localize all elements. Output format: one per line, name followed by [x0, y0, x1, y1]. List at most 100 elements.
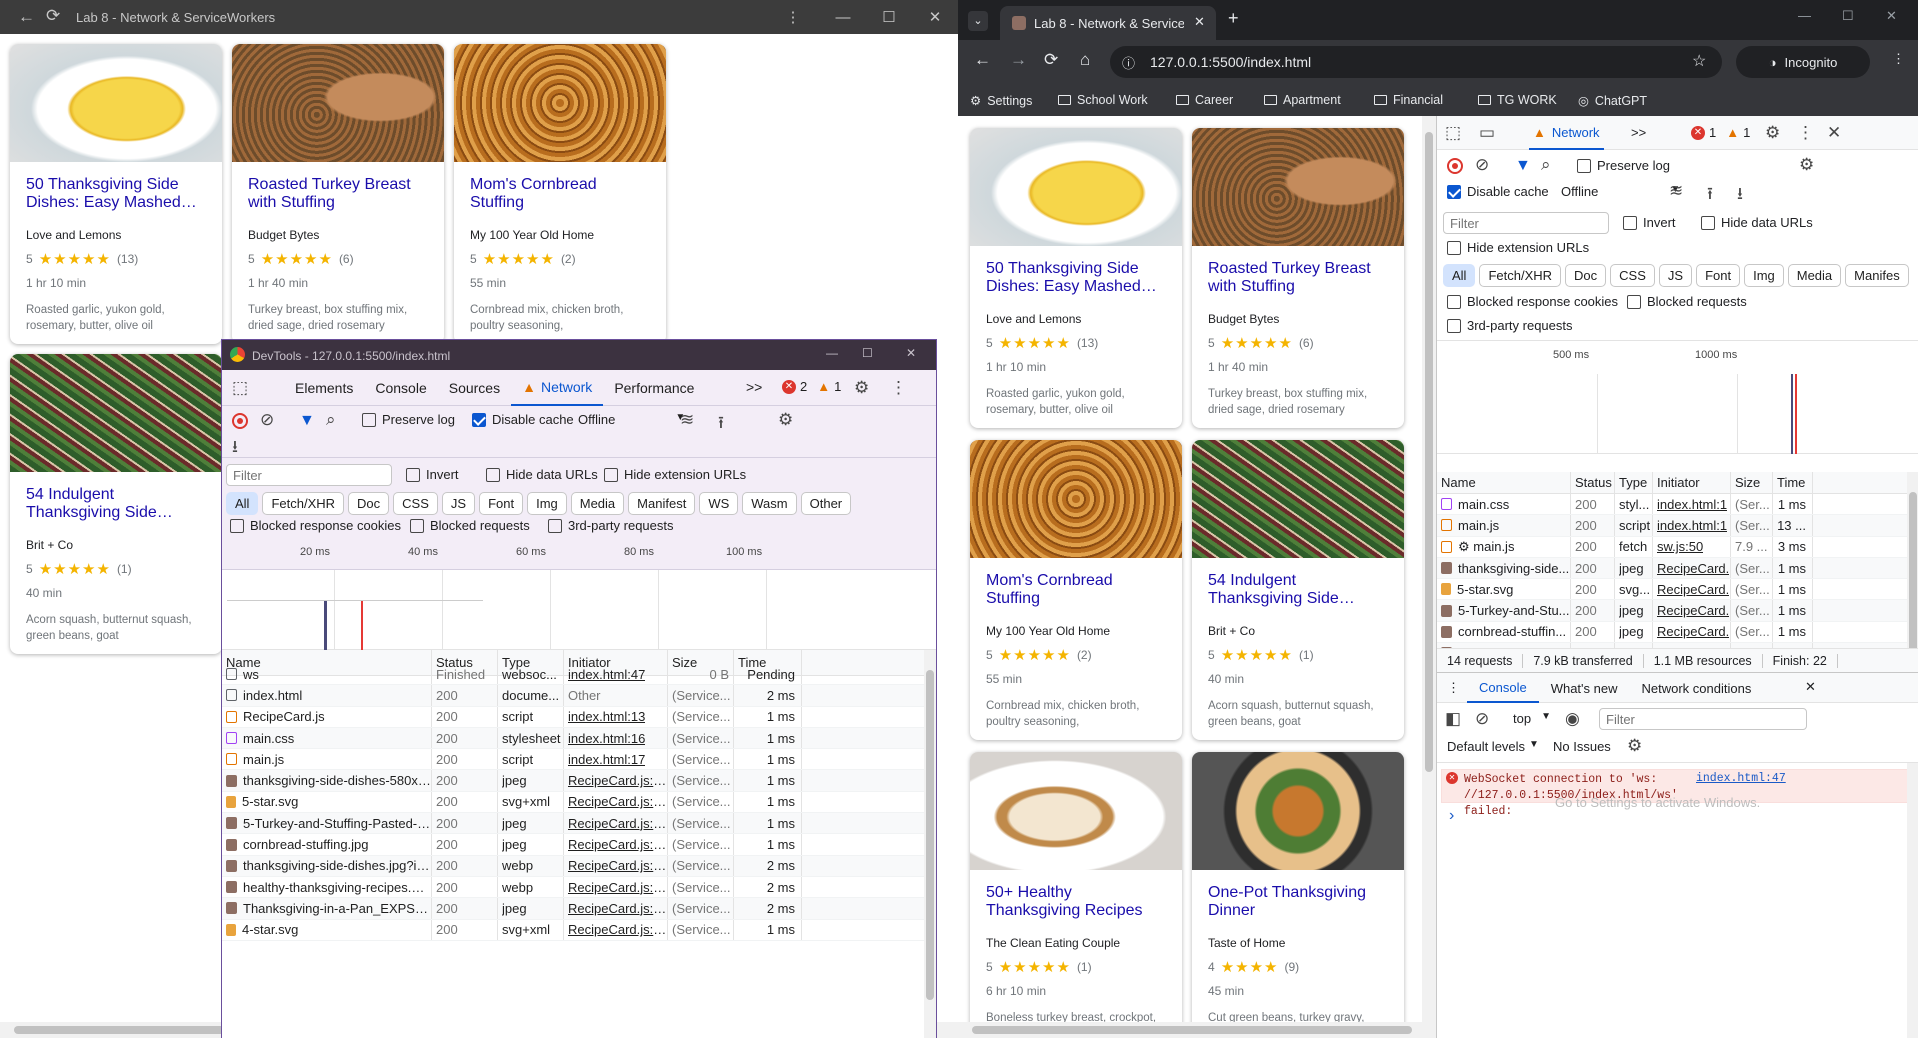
recipe-card[interactable]: 54 Indulgent Thanksgiving Side… Brit + Co…	[1192, 440, 1404, 740]
filter-chip-other[interactable]: Other	[800, 492, 852, 515]
cell-init[interactable]: RecipeCard.js:128	[568, 837, 667, 852]
disable-cache-checkbox[interactable]: Disable cache	[1447, 184, 1549, 199]
tab-elements[interactable]: Elements	[284, 370, 364, 406]
table-row[interactable]: main.css 200 stylesheet index.html:16 (Servi…	[222, 727, 924, 750]
third-party-checkbox[interactable]: 3rd-party requests	[1447, 318, 1573, 333]
blocked-cookies-checkbox[interactable]: Blocked response cookies	[1447, 294, 1618, 309]
timeline-graph[interactable]	[222, 570, 936, 650]
cell-init[interactable]: RecipeCard.	[1657, 582, 1729, 597]
close-devtools-icon[interactable]: ✕	[1827, 123, 1841, 143]
more-options-icon[interactable]: ⋮	[890, 378, 907, 398]
recipe-title[interactable]: Roasted Turkey Breast with Stuffing	[1208, 260, 1388, 298]
bookmark-tg-work[interactable]: TG WORK	[1478, 93, 1557, 107]
device-toolbar-icon[interactable]: ▭	[1479, 123, 1495, 143]
minimize-button[interactable]: —	[820, 0, 866, 34]
recipe-card[interactable]: 50 Thanksgiving Side Dishes: Easy Mashed…	[970, 128, 1182, 428]
settings-gear-icon[interactable]: ⚙	[1765, 123, 1780, 143]
cell-init[interactable]: RecipeCard.	[1657, 603, 1729, 618]
filter-chip-all[interactable]: All	[1443, 264, 1476, 287]
filter-icon[interactable]: ▼	[299, 412, 315, 430]
bookmark-school-work[interactable]: School Work	[1058, 93, 1148, 107]
search-icon[interactable]: ⌕	[1541, 155, 1551, 175]
filter-chip-img[interactable]: Img	[527, 492, 567, 515]
filter-chip-js[interactable]: JS	[1658, 264, 1693, 287]
filter-icon[interactable]: ▼	[1515, 157, 1531, 175]
table-row[interactable]: cornbread-stuffing.jpg 200 jpeg RecipeCard.…	[222, 834, 924, 856]
home-icon[interactable]: ⌂	[1080, 50, 1090, 70]
tab-sources[interactable]: Sources	[438, 370, 511, 406]
column-header-type[interactable]: Type	[1615, 472, 1653, 493]
filter-chip-js[interactable]: JS	[441, 492, 476, 515]
cell-init[interactable]: sw.js:50	[1657, 539, 1703, 554]
tab-network[interactable]: ▲ Network	[511, 370, 604, 406]
recipe-title[interactable]: 54 Indulgent Thanksgiving Side…	[26, 486, 206, 524]
recipe-title[interactable]: 50 Thanksgiving Side Dishes: Easy Mashed…	[986, 260, 1166, 298]
cell-init[interactable]: Other	[568, 688, 601, 703]
preserve-log-checkbox[interactable]: Preserve log	[362, 412, 455, 427]
clear-icon[interactable]: ⊘	[1475, 155, 1489, 175]
recipe-card[interactable]: Roasted Turkey Breast with Stuffing Budge…	[232, 44, 444, 344]
filter-chip-doc[interactable]: Doc	[348, 492, 390, 515]
recipe-title[interactable]: One-Pot Thanksgiving Dinner	[1208, 884, 1388, 922]
forward-icon[interactable]: →	[1010, 50, 1027, 70]
hide-extension-urls-checkbox[interactable]: Hide extension URLs	[604, 467, 746, 482]
cell-init[interactable]: RecipeCard.	[1657, 561, 1729, 576]
recipe-card[interactable]: One-Pot Thanksgiving Dinner Taste of Home…	[1192, 752, 1404, 1038]
log-levels-select[interactable]: Default levels ▼	[1447, 739, 1539, 754]
table-row[interactable]: index.html 200 docume... Other (Service... 2 …	[222, 685, 924, 707]
filter-chip-font[interactable]: Font	[479, 492, 524, 515]
cell-init[interactable]: index.html:47	[568, 667, 645, 682]
column-header-status[interactable]: Status	[1571, 472, 1615, 493]
new-tab-icon[interactable]: +	[1228, 8, 1239, 29]
record-icon[interactable]	[232, 413, 248, 429]
cell-init[interactable]: RecipeCard.js:128	[568, 773, 667, 788]
browser-menu-icon[interactable]: ⋮	[1892, 51, 1905, 67]
incognito-badge[interactable]: ◑ Incognito	[1736, 46, 1870, 78]
network-settings-icon[interactable]: ⚙	[1799, 155, 1814, 175]
invert-checkbox[interactable]: Invert	[1623, 215, 1676, 230]
minimize-button[interactable]: —	[1798, 8, 1811, 23]
bookmark-star-icon[interactable]: ☆	[1692, 51, 1706, 71]
filter-chip-font[interactable]: Font	[1696, 264, 1741, 287]
cell-init[interactable]: index.html:13	[568, 709, 645, 724]
minimize-button[interactable]: —	[826, 346, 838, 360]
import-icon[interactable]: ⭱	[718, 410, 724, 439]
table-row[interactable]: main.js 200 script index.html:17 (Service...…	[222, 749, 924, 771]
search-icon[interactable]: ⌕	[326, 410, 336, 430]
recipe-title[interactable]: 54 Indulgent Thanksgiving Side…	[1208, 572, 1388, 610]
maximize-button[interactable]: ☐	[862, 346, 873, 360]
table-row[interactable]: cornbread-stuffin... 200 jpeg RecipeCard. (S…	[1437, 621, 1907, 644]
table-row[interactable]: thanksgiving-side-dishes-580x5... 200 jpeg…	[222, 770, 924, 792]
table-row[interactable]: main.js 200 script index.html:1 (Ser... 13 ..…	[1437, 515, 1907, 537]
drawer-tab-console[interactable]: Console	[1467, 673, 1539, 703]
blocked-requests-checkbox[interactable]: Blocked requests	[1627, 294, 1747, 309]
cell-init[interactable]: index.html:16	[568, 731, 645, 746]
filter-chip-img[interactable]: Img	[1744, 264, 1784, 287]
more-tabs-button[interactable]: >>	[746, 379, 762, 395]
export-icon[interactable]: ⭳	[1737, 181, 1743, 210]
recipe-card[interactable]: 50 Thanksgiving Side Dishes: Easy Mashed…	[10, 44, 222, 344]
timeline-overview[interactable]: 500 ms 1000 ms	[1437, 340, 1918, 364]
preserve-log-checkbox[interactable]: Preserve log	[1577, 158, 1670, 173]
url-bar[interactable]: ⓘ 127.0.0.1:5500/index.html ☆	[1110, 46, 1722, 78]
more-options-icon[interactable]: ⋮	[1797, 123, 1814, 143]
clear-icon[interactable]: ⊘	[260, 410, 274, 430]
table-row[interactable]: 5-Turkey-and-Stu... 200 jpeg RecipeCard. (Se…	[1437, 600, 1907, 622]
table-row[interactable]: 5-Turkey-and-Stuffing-Pasted-5... 200 jpeg…	[222, 813, 924, 835]
maximize-button[interactable]: ☐	[866, 0, 912, 34]
back-icon[interactable]: ←	[18, 7, 35, 27]
filter-chip-doc[interactable]: Doc	[1565, 264, 1607, 287]
bookmark-chatgpt[interactable]: ◎ ChatGPT	[1578, 93, 1647, 109]
more-tabs-button[interactable]: >>	[1631, 125, 1646, 140]
table-row[interactable]: thanksgiving-side... 200 jpeg RecipeCard. (S…	[1437, 557, 1907, 580]
table-row[interactable]: RecipeCard.js 200 script index.html:13 (Serv…	[222, 706, 924, 728]
sidebar-toggle-icon[interactable]: ◧	[1445, 709, 1461, 729]
filter-chip-media[interactable]: Media	[570, 492, 625, 515]
network-conditions-icon[interactable]: ≋	[680, 410, 694, 430]
throttle-select[interactable]: Offline ▼	[578, 412, 685, 427]
filter-chip-css[interactable]: CSS	[393, 492, 438, 515]
clear-console-icon[interactable]: ⊘	[1475, 709, 1489, 729]
cell-init[interactable]: RecipeCard.js:128	[568, 858, 667, 873]
blocked-requests-checkbox[interactable]: Blocked requests	[410, 518, 530, 533]
filter-chip-manifest[interactable]: Manifest	[628, 492, 696, 515]
